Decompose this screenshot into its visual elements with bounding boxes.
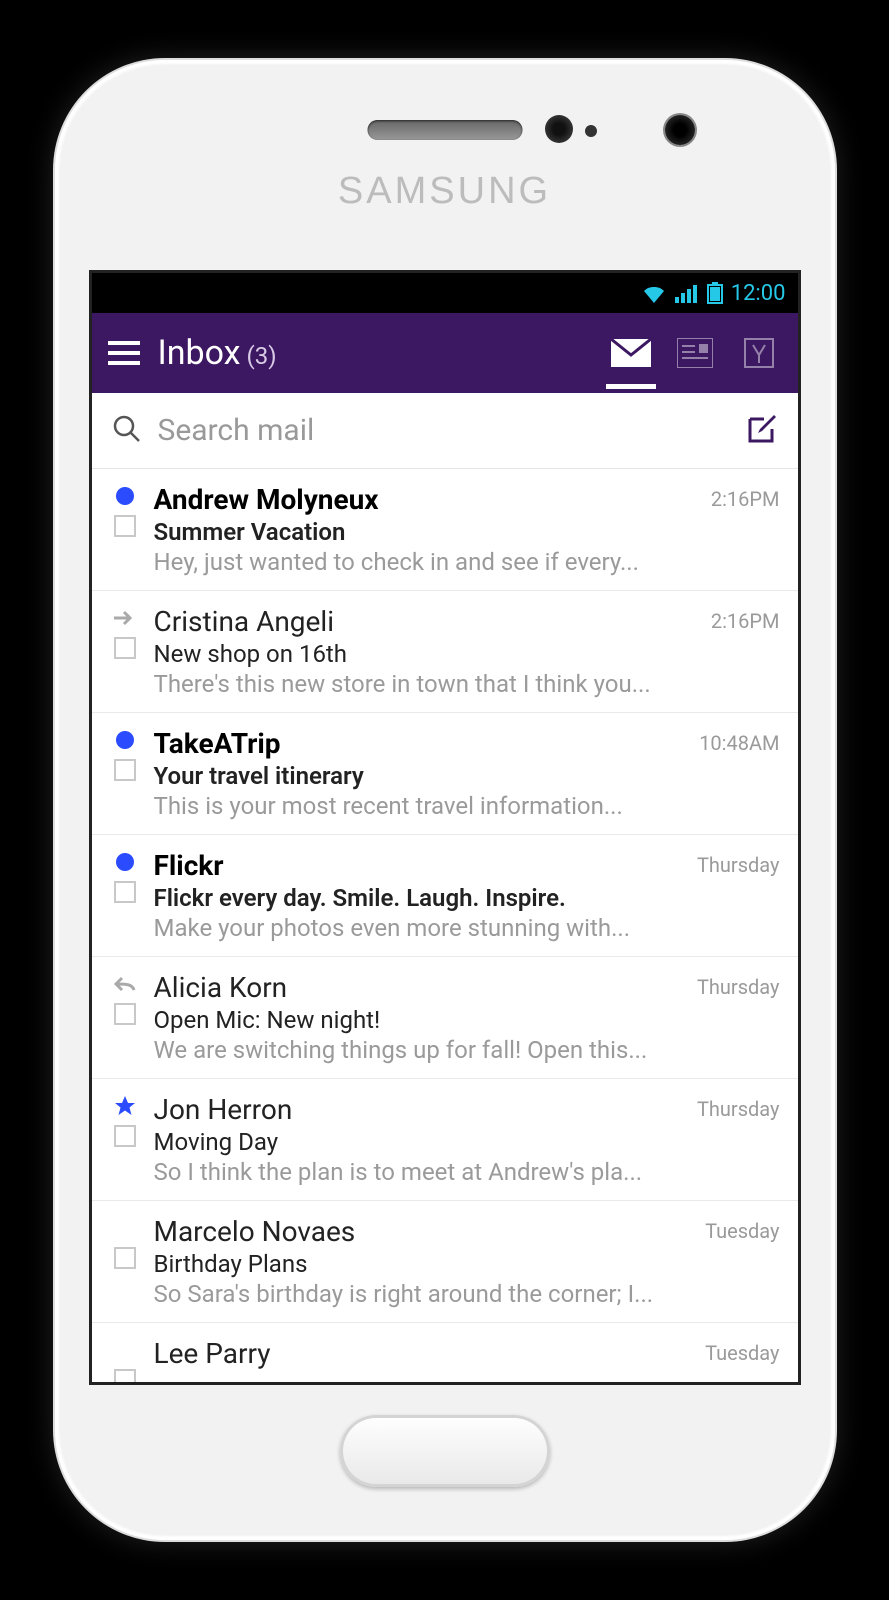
wifi-icon [641,283,667,303]
battery-icon [707,282,723,304]
message-row[interactable]: Lee Parry Tuesday [92,1323,798,1382]
spacer [116,1341,134,1359]
message-time: 2:16PM [670,605,780,698]
phone-sensor [585,125,597,137]
unread-dot-icon [116,487,134,505]
message-left-col [110,1215,140,1308]
phone-camera [665,115,695,145]
tab-news[interactable] [672,335,718,371]
status-time: 12:00 [731,281,786,306]
forward-icon [114,609,136,627]
unread-dot-icon [116,731,134,749]
message-time: Tuesday [670,1215,780,1308]
message-checkbox[interactable] [114,881,136,903]
message-snippet: So I think the plan is to meet at Andrew… [154,1158,656,1186]
screen: 12:00 Inbox (3) [89,270,801,1385]
message-content: Alicia KornOpen Mic: New night!We are sw… [154,971,656,1064]
phone-bezel-top: SAMSUNG [89,60,801,270]
message-sender: TakeATrip [154,727,656,760]
message-subject: Moving Day [154,1128,656,1156]
message-time: Tuesday [670,1337,780,1382]
phone-speaker [367,120,522,140]
message-snippet: We are switching things up for fall! Ope… [154,1036,656,1064]
signal-icon [675,283,699,303]
message-sender: Andrew Molyneux [154,483,656,516]
page-title: Inbox (3) [158,333,277,373]
message-time: Thursday [670,849,780,942]
message-subject: Flickr every day. Smile. Laugh. Inspire. [154,884,656,912]
message-subject: Summer Vacation [154,518,656,546]
message-row[interactable]: TakeATripYour travel itineraryThis is yo… [92,713,798,835]
star-icon [114,1097,136,1115]
message-content: Andrew MolyneuxSummer VacationHey, just … [154,483,656,576]
tab-mail[interactable] [608,335,654,371]
message-content: Marcelo NovaesBirthday PlansSo Sara's bi… [154,1215,656,1308]
message-snippet: Hey, just wanted to check in and see if … [154,548,656,576]
message-sender: Flickr [154,849,656,882]
message-time: Thursday [670,971,780,1064]
message-checkbox[interactable] [114,759,136,781]
inbox-label: Inbox [158,333,241,373]
search-input[interactable] [158,413,730,448]
message-snippet: Make your photos even more stunning with… [154,914,656,942]
message-subject: Open Mic: New night! [154,1006,656,1034]
message-left-col [110,605,140,698]
message-row[interactable]: Jon HerronMoving DaySo I think the plan … [92,1079,798,1201]
message-left-col [110,849,140,942]
message-sender: Cristina Angeli [154,605,656,638]
message-sender: Marcelo Novaes [154,1215,656,1248]
message-checkbox[interactable] [114,515,136,537]
message-row[interactable]: Alicia KornOpen Mic: New night!We are sw… [92,957,798,1079]
phone-brand: SAMSUNG [338,170,551,213]
message-content: Jon HerronMoving DaySo I think the plan … [154,1093,656,1186]
phone-frame: SAMSUNG 12:00 Inbox (3) [55,60,835,1540]
spacer [116,1219,134,1237]
message-sender: Lee Parry [154,1337,656,1370]
tab-yahoo[interactable] [736,335,782,371]
message-left-col [110,727,140,820]
message-time: 10:48AM [670,727,780,820]
message-time: Thursday [670,1093,780,1186]
home-button[interactable] [340,1415,550,1487]
message-content: Lee Parry [154,1337,656,1382]
message-row[interactable]: Marcelo NovaesBirthday PlansSo Sara's bi… [92,1201,798,1323]
message-snippet: There's this new store in town that I th… [154,670,656,698]
message-sender: Alicia Korn [154,971,656,1004]
message-sender: Jon Herron [154,1093,656,1126]
message-snippet: So Sara's birthday is right around the c… [154,1280,656,1308]
message-checkbox[interactable] [114,637,136,659]
unread-dot-icon [116,853,134,871]
message-row[interactable]: Andrew MolyneuxSummer VacationHey, just … [92,469,798,591]
message-left-col [110,1093,140,1186]
message-subject: Birthday Plans [154,1250,656,1278]
message-checkbox[interactable] [114,1003,136,1025]
message-content: TakeATripYour travel itineraryThis is yo… [154,727,656,820]
menu-icon[interactable] [108,341,140,365]
message-left-col [110,1337,140,1382]
message-checkbox[interactable] [114,1247,136,1269]
message-subject: New shop on 16th [154,640,656,668]
message-list[interactable]: Andrew MolyneuxSummer VacationHey, just … [92,469,798,1382]
message-checkbox[interactable] [114,1369,136,1382]
phone-bezel-bottom [89,1385,801,1540]
search-icon[interactable] [112,414,142,448]
message-snippet: This is your most recent travel informat… [154,792,656,820]
app-bar: Inbox (3) [92,313,798,393]
message-checkbox[interactable] [114,1125,136,1147]
unread-count: (3) [247,342,277,370]
message-subject: Your travel itinerary [154,762,656,790]
message-row[interactable]: Cristina AngeliNew shop on 16thThere's t… [92,591,798,713]
compose-icon[interactable] [746,413,778,449]
message-content: Cristina AngeliNew shop on 16thThere's t… [154,605,656,698]
search-bar [92,393,798,469]
message-row[interactable]: FlickrFlickr every day. Smile. Laugh. In… [92,835,798,957]
message-time: 2:16PM [670,483,780,576]
message-content: FlickrFlickr every day. Smile. Laugh. In… [154,849,656,942]
status-bar: 12:00 [92,273,798,313]
reply-icon [114,975,136,993]
message-left-col [110,483,140,576]
message-left-col [110,971,140,1064]
phone-sensor [545,115,573,143]
